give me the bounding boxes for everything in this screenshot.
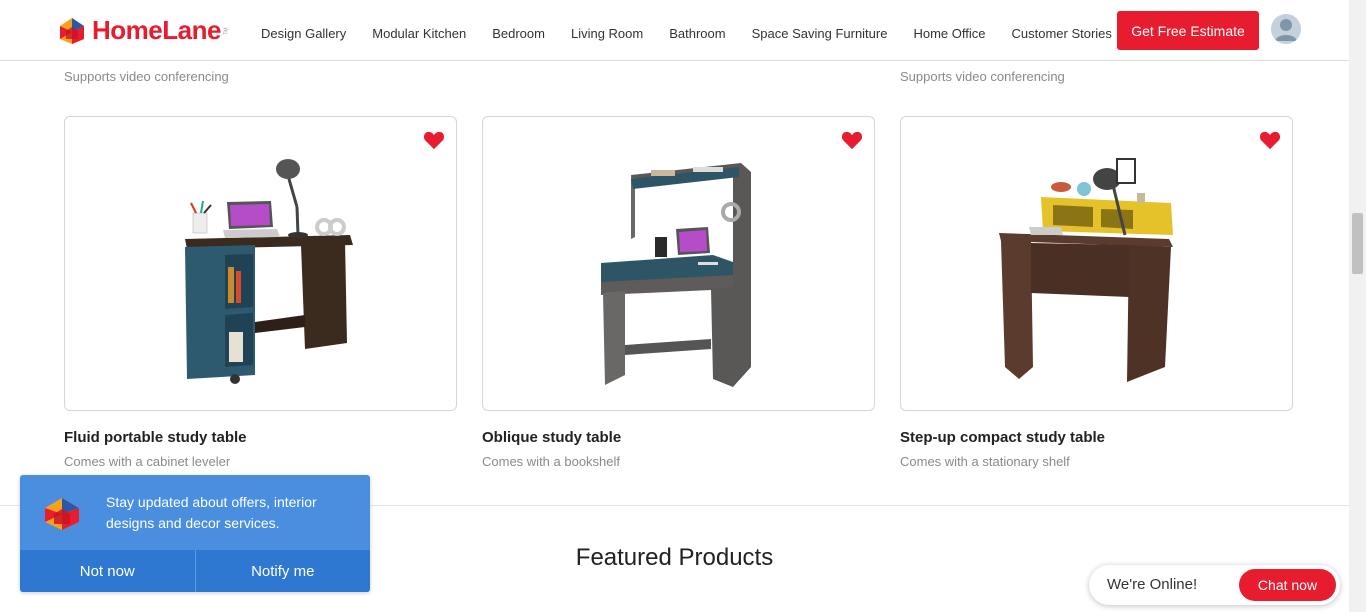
wishlist-heart-icon[interactable] <box>841 130 863 150</box>
homelane-logo-icon <box>60 17 84 44</box>
notify-me-button[interactable]: Notify me <box>194 550 371 592</box>
oblique-study-table-image <box>601 163 751 387</box>
homelane-brand-icon <box>45 498 79 530</box>
notification-prompt: Stay updated about offers, interior desi… <box>20 475 370 592</box>
nav-living-room[interactable]: Living Room <box>571 26 643 41</box>
chat-widget: We're Online! Chat now <box>1089 565 1340 605</box>
chat-now-button[interactable]: Chat now <box>1239 569 1336 601</box>
nav-bedroom[interactable]: Bedroom <box>492 26 545 41</box>
main-nav: Design Gallery Modular Kitchen Bedroom L… <box>261 26 1138 41</box>
product-subtitle: Comes with a cabinet leveler <box>64 454 231 469</box>
nav-space-saving-furniture[interactable]: Space Saving Furniture <box>752 26 888 41</box>
not-now-button[interactable]: Not now <box>20 550 195 592</box>
product-title[interactable]: Step-up compact study table <box>900 429 1105 446</box>
nav-home-office[interactable]: Home Office <box>913 26 985 41</box>
notification-message: Stay updated about offers, interior desi… <box>106 494 317 531</box>
nav-customer-stories[interactable]: Customer Stories <box>1011 26 1111 41</box>
previous-card-subtitle-right: Supports video conferencing <box>900 69 1065 84</box>
logo-text: HomeLane <box>92 15 221 45</box>
get-free-estimate-button[interactable]: Get Free Estimate <box>1117 11 1259 50</box>
product-subtitle: Comes with a bookshelf <box>482 454 621 469</box>
wishlist-heart-icon[interactable] <box>423 130 445 150</box>
product-title[interactable]: Oblique study table <box>482 429 621 446</box>
previous-card-subtitle-left: Supports video conferencing <box>64 69 229 84</box>
product-card-oblique[interactable] <box>482 116 875 411</box>
scrollbar-thumb[interactable] <box>1352 213 1363 274</box>
product-title[interactable]: Fluid portable study table <box>64 429 247 446</box>
wishlist-heart-icon[interactable] <box>1259 130 1281 150</box>
chat-status-text: We're Online! <box>1107 576 1198 593</box>
nav-design-gallery[interactable]: Design Gallery <box>261 26 346 41</box>
step-up-study-table-image <box>999 158 1173 382</box>
user-avatar[interactable] <box>1271 14 1301 44</box>
fluid-study-table-image <box>185 159 353 384</box>
notification-actions: Not now Notify me <box>20 550 370 592</box>
product-card-fluid[interactable] <box>64 116 457 411</box>
user-icon <box>1271 14 1301 44</box>
product-subtitle: Comes with a stationary shelf <box>900 454 1070 469</box>
page-scrollbar[interactable] <box>1349 0 1366 612</box>
nav-modular-kitchen[interactable]: Modular Kitchen <box>372 26 466 41</box>
homelane-logo[interactable]: HomeLane TM <box>58 15 230 46</box>
nav-bathroom[interactable]: Bathroom <box>669 26 725 41</box>
product-card-step-up[interactable] <box>900 116 1293 411</box>
logo-trademark: TM <box>223 26 230 35</box>
site-header: HomeLane TM Design Gallery Modular Kitch… <box>0 0 1349 61</box>
